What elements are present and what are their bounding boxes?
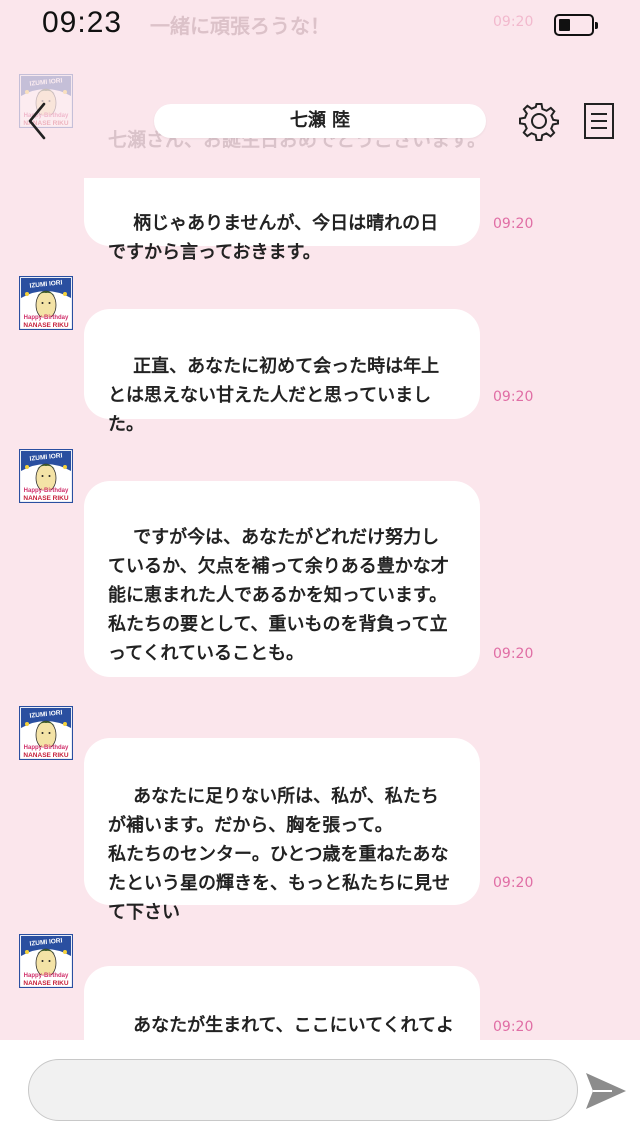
message-time: 09:20: [493, 646, 534, 662]
avatar-bottom-text: NANASE RIKU: [23, 322, 69, 329]
status-time: 09:23: [42, 6, 123, 39]
avatar-bottom-text: Happy-Birthday: [23, 315, 69, 321]
avatar[interactable]: IZUMI IORI Happy-Birthday NANASE RIKU: [18, 448, 74, 504]
battery-tip: [595, 22, 598, 29]
message-time: 09:20: [493, 216, 534, 232]
message-input[interactable]: [28, 1059, 578, 1121]
message-text: あなたに足りない所は、私が、私たちが補います。だから、胸を張って。 私たちのセン…: [108, 786, 450, 923]
avatar-bottom-text: NANASE RIKU: [23, 495, 69, 502]
avatar-bottom-text: Happy-Birthday: [23, 973, 69, 979]
battery-level: [559, 19, 570, 31]
document-menu-icon: [584, 103, 614, 139]
chat-title: 七瀬 陸: [154, 104, 486, 138]
avatar-bottom-text: Happy-Birthday: [23, 745, 69, 751]
message-bubble: あなたが生まれて、ここにいてくれてよかった。: [84, 966, 480, 1040]
faded-previous-time: 09:20: [493, 14, 534, 30]
avatar-bottom-text: NANASE RIKU: [23, 752, 69, 759]
send-button[interactable]: [584, 1070, 628, 1112]
message-bubble: あなたに足りない所は、私が、私たちが補います。だから、胸を張って。 私たちのセン…: [84, 738, 480, 923]
message-time: 09:20: [493, 875, 534, 891]
chevron-left-icon: [28, 102, 46, 140]
message-bubble: 柄じゃありませんが、今日は晴れの日ですから言っておきます。: [84, 178, 480, 263]
avatar-bottom-text: Happy-Birthday: [23, 488, 69, 494]
menu-button[interactable]: [583, 102, 615, 140]
back-button[interactable]: [24, 100, 54, 142]
message-text: あなたが生まれて、ここにいてくれてよかった。: [133, 1015, 455, 1036]
message-bubble: 正直、あなたに初めて会った時は年上とは思えない甘えた人だと思っていました。: [84, 309, 480, 435]
message-text: ですが今は、あなたがどれだけ努力しているか、欠点を補って余りある豊かな才能に恵ま…: [108, 527, 449, 664]
avatar[interactable]: IZUMI IORI Happy-Birthday NANASE RIKU: [18, 705, 74, 761]
message-time: 09:20: [493, 1019, 534, 1035]
status-bar: 一緒に頑張ろうな！ 09:20 09:23: [0, 0, 640, 52]
send-icon: [586, 1073, 626, 1109]
message-time: 09:20: [493, 389, 534, 405]
message-text: 正直、あなたに初めて会った時は年上とは思えない甘えた人だと思っていました。: [108, 356, 440, 435]
battery-icon: [554, 14, 598, 36]
message-text: 柄じゃありませんが、今日は晴れの日ですから言っておきます。: [108, 213, 439, 263]
message-bubble: ですが今は、あなたがどれだけ努力しているか、欠点を補って余りある豊かな才能に恵ま…: [84, 481, 480, 677]
faded-previous-message: 一緒に頑張ろうな！: [150, 14, 330, 38]
avatar[interactable]: IZUMI IORI Happy-Birthday NANASE RIKU: [18, 933, 74, 989]
avatar-bottom-text: NANASE RIKU: [23, 980, 69, 987]
gear-icon: [519, 103, 559, 141]
avatar[interactable]: IZUMI IORI Happy-Birthday NANASE RIKU: [18, 275, 74, 331]
settings-button[interactable]: [519, 101, 559, 141]
